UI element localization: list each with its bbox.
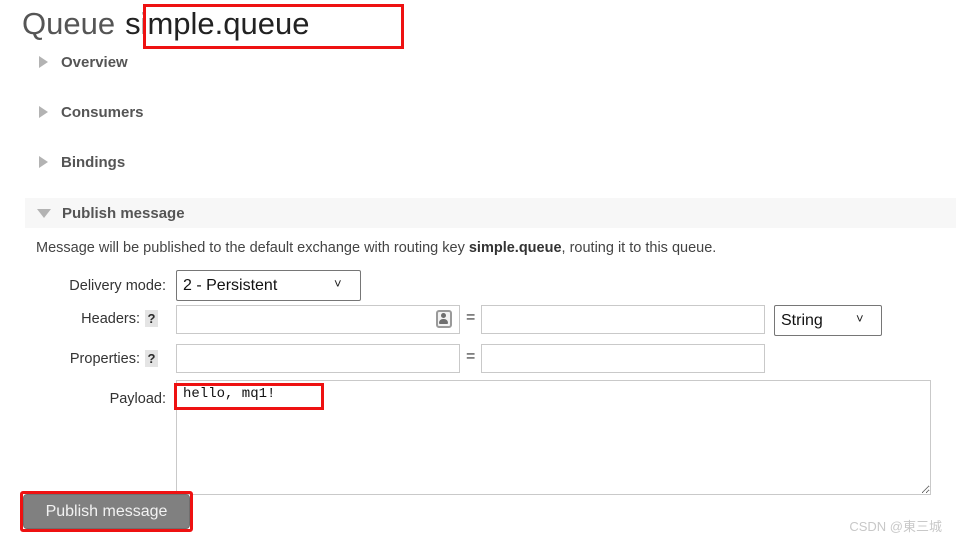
section-overview-label: Overview [61,53,128,71]
headers-value-input[interactable] [481,305,765,334]
headers-name-input[interactable] [176,305,460,334]
section-consumers-label: Consumers [61,103,144,121]
watermark: CSDN @東三城 [849,519,942,534]
publish-message-button[interactable]: Publish message [23,494,190,529]
properties-help-icon[interactable]: ? [145,350,158,367]
delivery-mode-select[interactable]: 2 - Persistent [176,270,361,301]
page-title-prefix: Queue [22,6,116,41]
headers-equals-sign: = [466,309,476,326]
headers-help-icon[interactable]: ? [145,310,158,327]
triangle-right-icon [39,156,48,168]
payload-textarea[interactable] [176,380,931,495]
headers-label: Headers: [81,311,140,327]
routing-hint: Message will be published to the default… [36,240,716,256]
section-overview[interactable]: Overview [25,49,128,75]
properties-value-input[interactable] [481,344,765,373]
section-bindings-label: Bindings [61,153,126,171]
properties-equals-sign: = [466,348,476,365]
section-publish-message[interactable]: Publish message [25,198,956,228]
triangle-right-icon [39,56,48,68]
section-bindings[interactable]: Bindings [25,149,125,175]
section-consumers[interactable]: Consumers [25,99,144,125]
headers-type-select[interactable]: String [774,305,882,336]
routing-hint-after: , routing it to this queue. [561,240,717,256]
properties-name-input[interactable] [176,344,460,373]
contact-card-icon[interactable] [436,310,452,328]
page-title: Queue simple.queue [22,2,309,46]
section-publish-message-label: Publish message [62,204,185,222]
queue-name: simple.queue [125,6,310,41]
routing-hint-key: simple.queue [468,240,562,256]
triangle-down-icon [37,208,51,218]
properties-label: Properties: [69,351,140,367]
delivery-mode-label: Delivery mode: [69,278,166,294]
payload-label: Payload: [109,391,166,407]
routing-hint-before: Message will be published to the default… [36,240,469,256]
triangle-right-icon [39,106,48,118]
